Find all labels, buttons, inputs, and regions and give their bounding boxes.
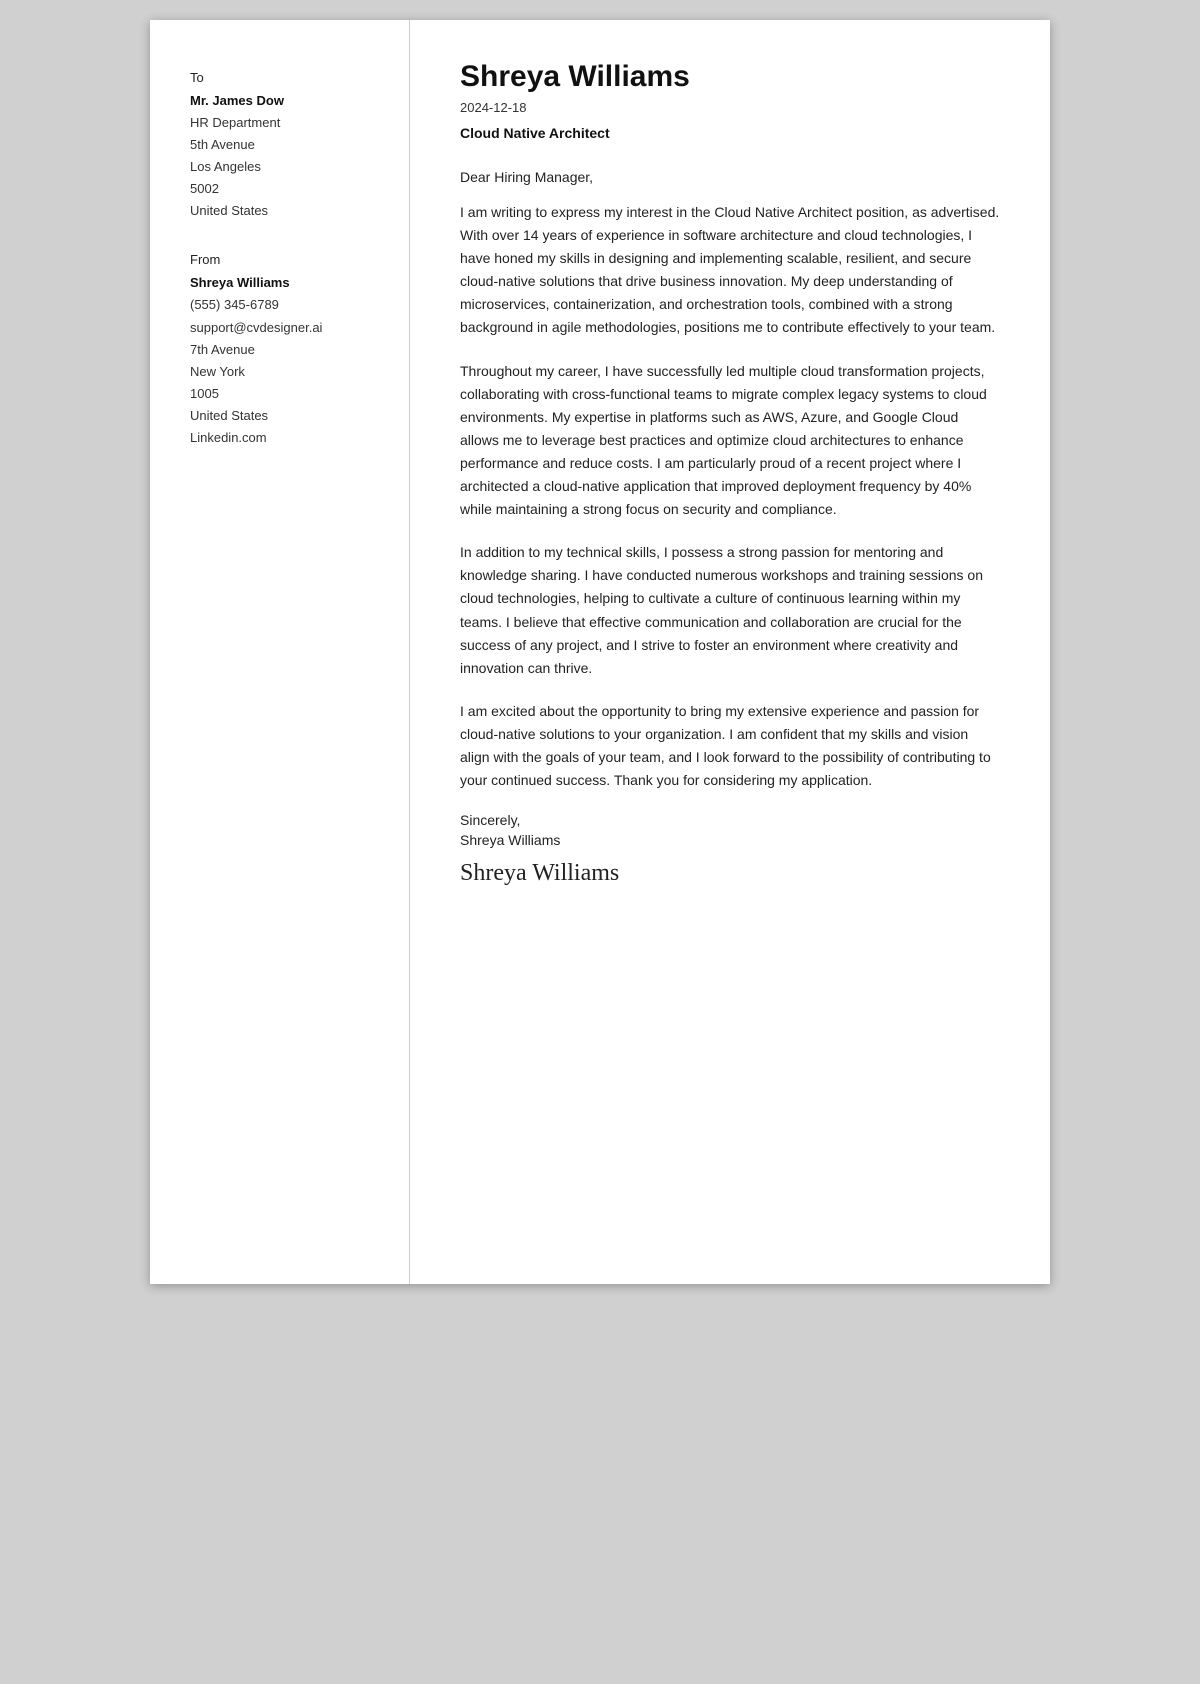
recipient-name: Mr. James Dow (190, 93, 379, 108)
sidebar: To Mr. James Dow HR Department 5th Avenu… (150, 20, 410, 1284)
cover-letter-page: To Mr. James Dow HR Department 5th Avenu… (150, 20, 1050, 1284)
job-title: Cloud Native Architect (460, 125, 1000, 141)
to-label: To (190, 70, 379, 85)
from-section: From Shreya Williams (555) 345-6789 supp… (190, 252, 379, 449)
signature: Shreya Williams (460, 860, 1000, 887)
sender-country: United States (190, 408, 268, 423)
recipient-city: Los Angeles (190, 159, 261, 174)
salutation: Dear Hiring Manager, (460, 169, 1000, 185)
paragraph-2: Throughout my career, I have successfull… (460, 360, 1000, 522)
from-label: From (190, 252, 379, 267)
recipient-department: HR Department (190, 115, 280, 130)
closing: Sincerely, (460, 812, 1000, 828)
to-section: To Mr. James Dow HR Department 5th Avenu… (190, 70, 379, 222)
sender-phone: (555) 345-6789 (190, 297, 279, 312)
closing-name: Shreya Williams (460, 832, 1000, 848)
applicant-name: Shreya Williams (460, 60, 1000, 94)
sender-city: New York (190, 364, 245, 379)
sender-zip: 1005 (190, 386, 219, 401)
recipient-zip: 5002 (190, 181, 219, 196)
sender-details: (555) 345-6789 support@cvdesigner.ai 7th… (190, 294, 379, 449)
paragraph-1: I am writing to express my interest in t… (460, 201, 1000, 340)
recipient-details: HR Department 5th Avenue Los Angeles 500… (190, 112, 379, 222)
paragraph-4: I am excited about the opportunity to br… (460, 700, 1000, 792)
sender-name: Shreya Williams (190, 275, 379, 290)
main-content: Shreya Williams 2024-12-18 Cloud Native … (410, 20, 1050, 1284)
paragraph-3: In addition to my technical skills, I po… (460, 541, 1000, 680)
sender-linkedin: Linkedin.com (190, 430, 267, 445)
letter-date: 2024-12-18 (460, 100, 1000, 115)
recipient-country: United States (190, 203, 268, 218)
sender-email: support@cvdesigner.ai (190, 320, 322, 335)
recipient-street: 5th Avenue (190, 137, 255, 152)
sender-street: 7th Avenue (190, 342, 255, 357)
